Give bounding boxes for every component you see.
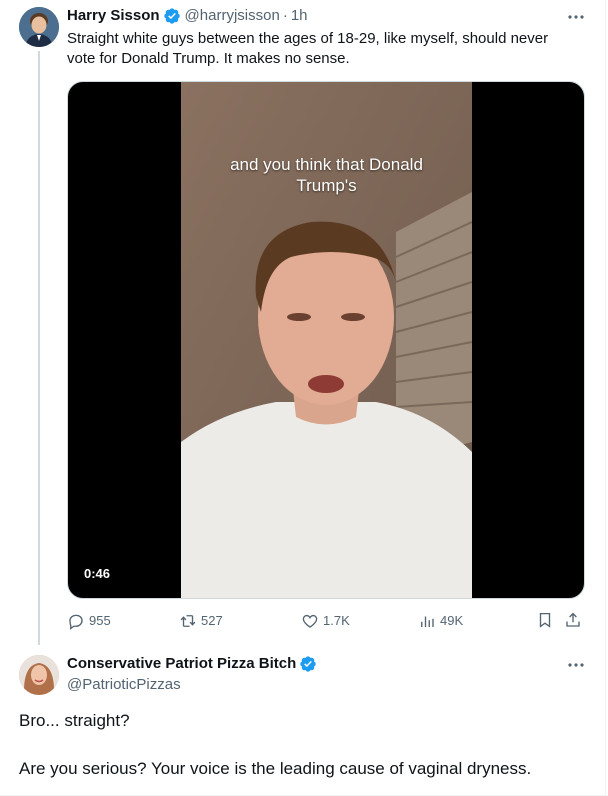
more-icon[interactable] [564,656,588,674]
frame-border [605,0,606,796]
author-name[interactable]: Harry Sisson [67,6,160,26]
verified-badge-icon [163,7,181,25]
reply-author-name[interactable]: Conservative Patriot Pizza Bitch [67,654,296,674]
views-icon [421,616,434,627]
reply-header: Conservative Patriot Pizza Bitch [67,654,321,674]
author-handle[interactable]: @harryjsisson [185,6,280,26]
separator: · [282,7,288,24]
video-duration: 0:46 [78,564,117,584]
tweet-text: Straight white guys between the ages of … [67,30,549,67]
share-button[interactable] [564,611,586,629]
verified-badge-icon [299,655,317,673]
reply-author-avatar[interactable] [19,655,59,695]
more-icon[interactable] [564,8,588,26]
view-count: 49K [440,613,464,628]
bookmark-button[interactable] [536,611,558,629]
thread-line [38,51,40,645]
author-avatar[interactable] [19,7,59,47]
reply-count: 955 [89,613,111,628]
views-button[interactable]: 49K [418,611,463,631]
share-icon [566,612,580,627]
caption-line: and you think that Donald [230,155,423,174]
video-player[interactable]: and you think that Donald Trump's 0:46 [67,81,585,599]
reply-icon [69,614,83,630]
reply-paragraph: Are you serious? Your voice is the leadi… [19,759,532,778]
like-icon [302,614,318,628]
reply-text: Bro... straight? Are you serious? Your v… [19,709,589,781]
bookmark-icon [539,612,551,628]
video-caption: and you think that Donald Trump's [181,154,472,196]
repost-count: 527 [201,613,223,628]
caption-line: Trump's [296,176,357,195]
reply-author-handle[interactable]: @PatrioticPizzas [67,675,181,695]
like-count: 1.7K [323,613,350,628]
reply-paragraph: Bro... straight? [19,711,130,730]
like-button[interactable]: 1.7K [301,611,350,631]
repost-button[interactable]: 527 [179,611,223,631]
tweet-header: Harry Sisson @harryjsisson · 1h [67,6,308,26]
tweet-actions: 955 527 1.7K 49K [67,611,585,633]
timestamp[interactable]: 1h [291,6,308,26]
reply-button[interactable]: 955 [67,611,111,631]
repost-icon [180,615,196,627]
